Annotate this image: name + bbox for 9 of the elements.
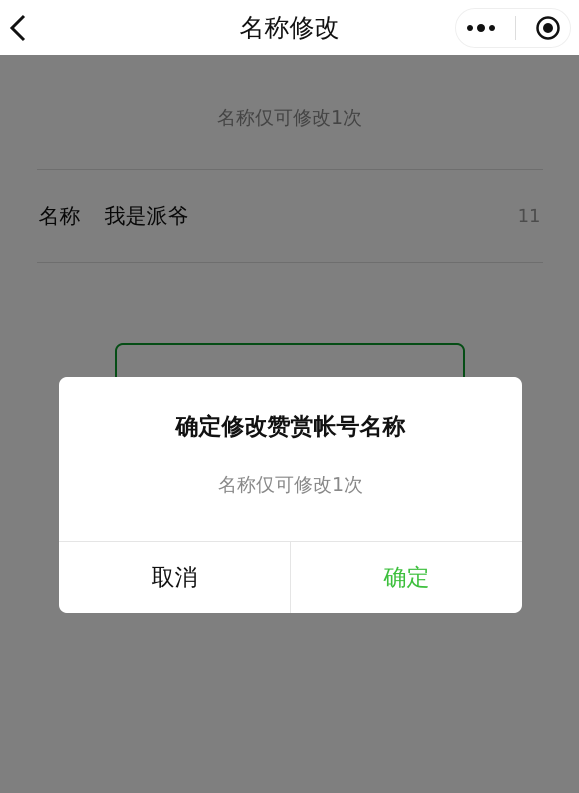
hint-text: 名称仅可修改1次: [216, 106, 362, 131]
cancel-button[interactable]: 取消: [59, 542, 290, 613]
dialog-message: 名称仅可修改1次: [218, 473, 364, 498]
back-icon[interactable]: [8, 12, 28, 42]
name-input[interactable]: 我是派爷: [104, 202, 188, 230]
dialog-title: 确定修改赞赏帐号名称: [176, 413, 406, 442]
page-title: 名称修改: [240, 12, 340, 44]
field-label: 名称: [38, 203, 80, 230]
more-icon[interactable]: [466, 22, 496, 32]
